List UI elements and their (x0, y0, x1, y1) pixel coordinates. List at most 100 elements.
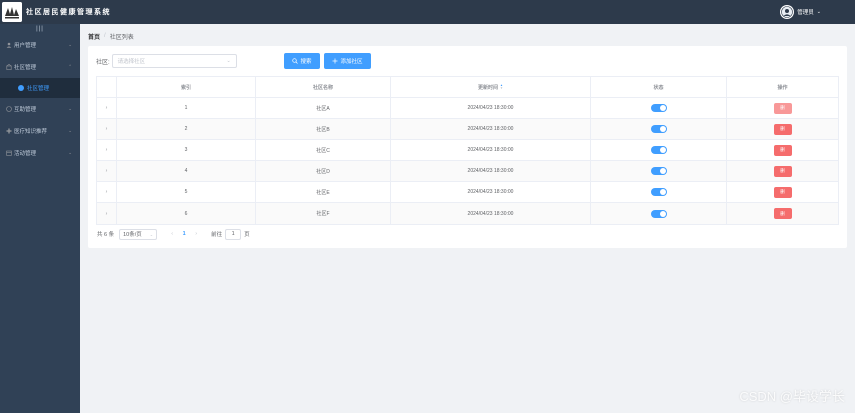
pagination: 共 6 条 10条/页 ⌄ ‹ 1 › 前往 1 页 (97, 228, 250, 240)
status-toggle[interactable] (650, 188, 667, 196)
page-size-select[interactable]: 10条/页 ⌄ (119, 228, 158, 240)
sidebar-item-medical-knowledge[interactable]: 医疗知识推荐 ⌄ (0, 120, 80, 142)
breadcrumb-home[interactable]: 首页 (88, 32, 100, 41)
expand-cell: › (97, 98, 117, 118)
app-logo (2, 2, 22, 22)
cell-op: 删 (727, 140, 838, 160)
cell-op: 删 (727, 182, 838, 202)
cell-index: 6 (117, 203, 256, 224)
sidebar-item-label: 活动管理 (14, 151, 37, 157)
th-status: 状态 (591, 77, 727, 97)
community-table: 索引 社区名称 更新时间 ▲ ▼ 状态 操作 › 1 社区A 2024/04/23… (96, 76, 839, 225)
add-button-label: 添加社区 (340, 59, 363, 65)
table-row: › 2 社区B 2024/04/23 18:30:00 删 (97, 119, 838, 140)
chevron-right-icon[interactable]: › (106, 147, 108, 153)
chevron-right-icon[interactable]: › (106, 211, 108, 217)
delete-button[interactable]: 删 (773, 144, 792, 156)
chevron-right-icon[interactable]: › (106, 126, 108, 132)
community-select[interactable]: 请选择社区 ⌄ (111, 54, 237, 68)
prev-page-button[interactable]: ‹ (167, 231, 177, 237)
cell-index: 2 (117, 119, 256, 139)
community-filter-label: 社区: (96, 59, 110, 66)
help-icon (6, 106, 12, 112)
cell-time: 2024/04/23 18:30:00 (391, 203, 591, 224)
sidebar: ||| 用户管理 ⌄ 社区管理 ⌃ 社区管理 互助管理 ⌄ 医疗知识推荐 ⌄ 活… (0, 24, 80, 413)
breadcrumb-separator: / (104, 33, 106, 39)
add-community-button[interactable]: 添加社区 (324, 53, 371, 69)
chevron-right-icon[interactable]: › (106, 105, 108, 111)
table-row: › 4 社区D 2024/04/23 18:30:00 删 (97, 161, 838, 182)
logo-icon (2, 2, 22, 22)
status-toggle[interactable] (650, 125, 667, 133)
table-row: › 6 社区F 2024/04/23 18:30:00 删 (97, 203, 838, 224)
goto-page-input[interactable]: 1 (225, 228, 242, 240)
cell-name: 社区A (256, 98, 391, 118)
dot-icon (18, 85, 24, 91)
cell-name: 社区B (256, 119, 391, 139)
sidebar-item-label: 社区管理 (14, 65, 37, 71)
chevron-down-icon: ⌄ (68, 106, 72, 111)
cell-status (591, 161, 727, 181)
cell-name: 社区C (256, 140, 391, 160)
chevron-down-icon: ⌄ (68, 150, 72, 155)
sidebar-item-label: 社区管理 (27, 86, 50, 92)
user-icon (6, 42, 12, 48)
sidebar-item-activity-management[interactable]: 活动管理 ⌄ (0, 142, 80, 164)
filter-row: 社区: 请选择社区 ⌄ (96, 53, 237, 69)
breadcrumb: 首页 / 社区列表 (88, 31, 134, 41)
app-title: 社区居民健康管理系统 (26, 9, 111, 16)
cell-index: 3 (117, 140, 256, 160)
table-header-row: 索引 社区名称 更新时间 ▲ ▼ 状态 操作 (97, 77, 838, 98)
status-toggle[interactable] (650, 104, 667, 112)
table-row: › 3 社区C 2024/04/23 18:30:00 删 (97, 140, 838, 161)
cell-status (591, 203, 727, 224)
table-row: › 5 社区E 2024/04/23 18:30:00 删 (97, 182, 838, 203)
top-header: 社区居民健康管理系统 管理员 ⌄ (0, 0, 855, 24)
chevron-down-icon: ⌄ (68, 42, 72, 47)
user-menu[interactable]: 管理员 ⌄ (780, 4, 821, 20)
next-page-button[interactable]: › (191, 231, 201, 237)
status-toggle[interactable] (650, 209, 667, 218)
community-icon (6, 64, 12, 70)
content-card: 社区: 请选择社区 ⌄ 搜索 添加社区 索引 社区名称 更新时间 ▲ ▼ 状态 操… (88, 46, 847, 248)
sidebar-item-user-management[interactable]: 用户管理 ⌄ (0, 34, 80, 56)
cell-time: 2024/04/23 18:30:00 (391, 98, 591, 118)
th-index: 索引 (117, 77, 256, 97)
chevron-right-icon[interactable]: › (106, 168, 108, 174)
sidebar-item-mutual-help[interactable]: 互助管理 ⌄ (0, 98, 80, 120)
cell-op: 删 (727, 98, 838, 118)
sort-icon[interactable]: ▲ ▼ (500, 84, 503, 90)
chevron-down-icon: ⌄ (149, 231, 154, 237)
page-number-current[interactable]: 1 (177, 231, 191, 237)
expand-cell: › (97, 203, 117, 224)
search-button-label: 搜索 (300, 59, 312, 65)
chevron-right-icon[interactable]: › (106, 189, 108, 195)
search-icon (292, 58, 299, 64)
avatar[interactable] (780, 5, 795, 19)
cell-time: 2024/04/23 18:30:00 (391, 161, 591, 181)
expand-cell: › (97, 140, 117, 160)
breadcrumb-current: 社区列表 (109, 34, 134, 41)
cell-status (591, 140, 727, 160)
delete-button[interactable]: 删 (773, 123, 792, 135)
status-toggle[interactable] (650, 167, 667, 175)
collapse-toggle[interactable]: ||| (0, 24, 80, 34)
table-row: › 1 社区A 2024/04/23 18:30:00 删 (97, 98, 838, 119)
expand-cell: › (97, 119, 117, 139)
expand-cell: › (97, 182, 117, 202)
chevron-down-icon: ⌄ (816, 9, 821, 15)
goto-label: 前往 (211, 232, 223, 238)
sidebar-item-label: 互助管理 (14, 107, 37, 113)
delete-button[interactable]: 删 (773, 165, 792, 177)
delete-button[interactable]: 删 (773, 186, 792, 198)
status-toggle[interactable] (650, 146, 667, 154)
sidebar-item-community-management[interactable]: 社区管理 ⌃ (0, 56, 80, 78)
plus-icon (332, 58, 338, 64)
delete-button[interactable]: 删 (773, 208, 792, 219)
search-button[interactable]: 搜索 (284, 53, 320, 69)
medical-icon (6, 128, 12, 134)
cell-time: 2024/04/23 18:30:00 (391, 119, 591, 139)
th-time[interactable]: 更新时间 ▲ ▼ (391, 77, 591, 97)
delete-button[interactable]: 删 (773, 102, 792, 114)
sidebar-subitem-community-management[interactable]: 社区管理 (0, 78, 80, 98)
